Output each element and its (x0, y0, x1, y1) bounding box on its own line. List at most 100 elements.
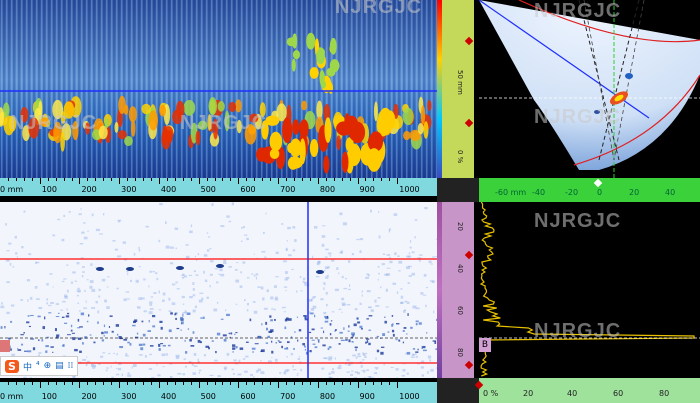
ime-item-keyboard[interactable]: ▤ (55, 361, 64, 371)
amplitude-trace (479, 202, 695, 377)
ruler-minor-tick (262, 382, 264, 385)
ruler-tick (158, 382, 160, 388)
top-scan-view[interactable]: NJRGJC NJRGJC NJRGJC (0, 0, 437, 178)
ruler-minor-tick (246, 382, 248, 385)
ruler-label: 500 (200, 185, 216, 194)
sector-fan (479, 0, 700, 170)
ruler-label: 50 mm (456, 70, 464, 95)
ruler-minor-tick (381, 382, 383, 385)
divider-dark (437, 378, 479, 403)
amplitude-ruler[interactable]: 0 % 20 40 60 80 (474, 378, 700, 403)
ruler-minor-tick (262, 178, 264, 181)
ime-item-emoji[interactable]: ⊕ (44, 361, 52, 371)
ruler-minor-tick (174, 178, 176, 181)
vertical-ruler-top[interactable]: 50 mm 0 % (442, 0, 474, 178)
ruler-minor-tick (71, 178, 73, 181)
ruler-label: 20 (629, 188, 640, 197)
ruler-minor-tick (349, 382, 351, 385)
divider-dark (437, 178, 479, 202)
ruler-minor-tick (246, 178, 248, 181)
ruler-minor-tick (15, 178, 17, 181)
ruler-label: 100 (41, 392, 57, 401)
bottom-scan-ruler[interactable]: 0 mm 100 200 300 400 500 600 700 800 900 1000 (0, 382, 437, 403)
ruler-tick (357, 178, 359, 184)
ruler-minor-tick (103, 178, 105, 181)
left-edge-marker (0, 340, 10, 352)
ruler-minor-tick (325, 178, 327, 181)
sector-scan-image (479, 0, 700, 178)
ruler-minor-tick (309, 382, 311, 385)
ruler-label: 1000 (399, 185, 420, 194)
marker-b[interactable]: B (479, 338, 491, 352)
ruler-tick (317, 178, 319, 184)
ime-item-punct[interactable]: ⁴ (36, 361, 40, 371)
ruler-label: 80 (659, 389, 670, 398)
ruler-minor-tick (341, 178, 343, 181)
bottom-scan-image (0, 202, 437, 378)
ruler-minor-tick (365, 178, 367, 181)
ruler-minor-tick (127, 382, 129, 385)
sector-ruler[interactable]: -60 mm -40 -20 0 20 40 (479, 178, 700, 202)
ruler-label: 800 (319, 185, 336, 194)
ruler-tick (317, 382, 319, 388)
ruler-tick (198, 382, 200, 388)
ruler-minor-tick (63, 178, 65, 181)
ruler-minor-tick (23, 382, 25, 385)
ruler-marker-icon (464, 250, 474, 260)
ruler-minor-tick (15, 382, 17, 385)
ruler-minor-tick (222, 382, 224, 385)
vertical-ruler-bottom[interactable]: 20 40 60 80 (442, 202, 474, 378)
ime-item-more[interactable]: ⁞⁞ (68, 361, 74, 371)
ruler-marker-icon (464, 118, 474, 128)
ruler-label: 1000 (399, 392, 420, 401)
ruler-minor-tick (341, 382, 343, 385)
ruler-minor-tick (254, 178, 256, 181)
ruler-minor-tick (389, 382, 391, 385)
ruler-label: 500 (200, 392, 216, 401)
ruler-minor-tick (55, 382, 57, 385)
ruler-minor-tick (55, 178, 57, 181)
ruler-minor-tick (373, 382, 375, 385)
ruler-marker-icon (464, 36, 474, 46)
ruler-label: 600 (240, 392, 256, 401)
ruler-minor-tick (373, 178, 375, 181)
ascan-view[interactable]: NJRGJC NJRGJC B (479, 202, 700, 378)
ruler-minor-tick (135, 382, 137, 385)
top-scan-ruler[interactable]: 0 mm 100 200 300 400 500 600 700 800 900 1000 (0, 178, 437, 196)
ruler-minor-tick (293, 382, 295, 385)
ruler-tick (39, 178, 41, 184)
ruler-label: 60 (613, 389, 624, 398)
ruler-label: 400 (160, 392, 177, 401)
ruler-minor-tick (150, 178, 152, 181)
ruler-minor-tick (381, 178, 383, 181)
ime-item-lang[interactable]: 中 (23, 360, 32, 373)
ruler-minor-tick (309, 178, 311, 181)
ruler-minor-tick (95, 382, 97, 385)
ruler-minor-tick (63, 382, 65, 385)
ruler-minor-tick (31, 382, 33, 385)
ruler-minor-tick (87, 178, 89, 181)
ruler-label: 300 (121, 185, 137, 194)
ruler-minor-tick (333, 382, 335, 385)
ruler-minor-tick (206, 178, 208, 181)
ruler-minor-tick (293, 178, 295, 181)
sector-scan-view[interactable]: NJRGJC NJRGJC (479, 0, 700, 178)
ruler-minor-tick (222, 178, 224, 181)
ruler-minor-tick (7, 382, 9, 385)
ruler-minor-tick (301, 178, 303, 181)
ruler-minor-tick (111, 382, 113, 385)
ruler-tick (238, 178, 240, 184)
index-marker-icon (593, 178, 603, 188)
ruler-label: 20 (523, 389, 534, 398)
ruler-minor-tick (7, 178, 9, 181)
ruler-label: 600 (240, 185, 256, 194)
bottom-scan-view[interactable]: S 中 ⁴ ⊕ ▤ ⁞⁞ (0, 202, 437, 378)
ime-toolbar[interactable]: S 中 ⁴ ⊕ ▤ ⁞⁞ (0, 356, 79, 376)
ime-logo[interactable]: S (5, 359, 19, 373)
ruler-minor-tick (286, 178, 288, 181)
ruler-minor-tick (190, 178, 192, 181)
ruler-minor-tick (111, 178, 113, 181)
ruler-label: 700 (280, 392, 296, 401)
ruler-tick (39, 382, 41, 388)
ruler-minor-tick (230, 382, 232, 385)
